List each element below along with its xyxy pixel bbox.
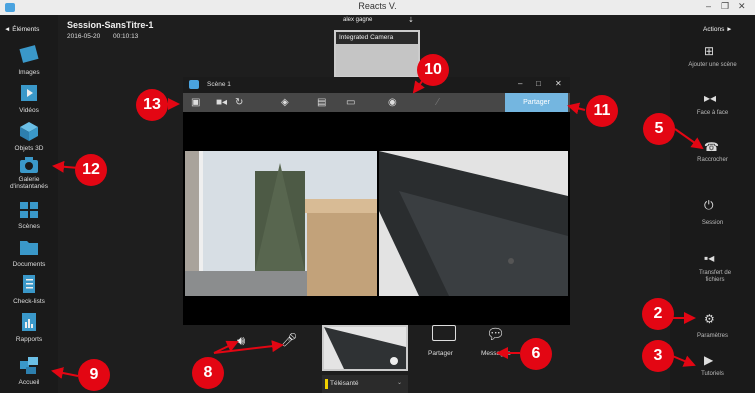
- annotation-badge-8: 8: [192, 357, 224, 389]
- annotation-badge-12: 12: [75, 154, 107, 186]
- annotation-badge-5: 5: [643, 113, 675, 145]
- annotation-badge-13: 13: [136, 89, 168, 121]
- annotation-arrows: [51, 79, 704, 379]
- annotation-badge-9: 9: [78, 359, 110, 391]
- annotation-badge-3: 3: [642, 340, 674, 372]
- annotation-badge-6: 6: [520, 338, 552, 370]
- annotation-badge-11: 11: [586, 95, 618, 127]
- annotation-badge-2: 2: [642, 298, 674, 330]
- annotation-badge-10: 10: [417, 54, 449, 86]
